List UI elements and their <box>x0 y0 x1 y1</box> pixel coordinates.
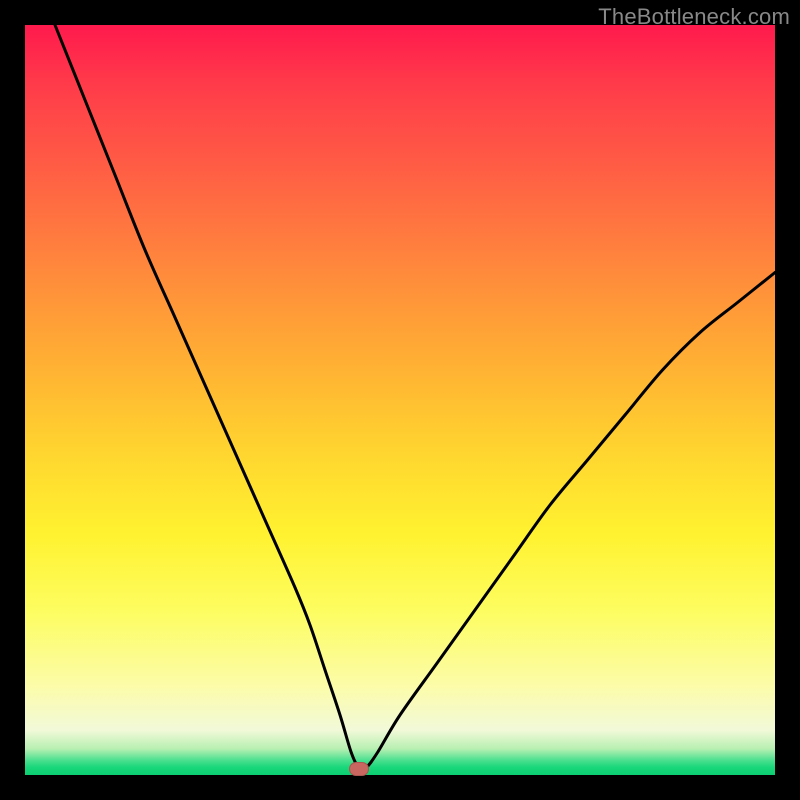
minimum-marker <box>349 762 369 776</box>
bottleneck-curve <box>25 25 775 775</box>
chart-frame: TheBottleneck.com <box>0 0 800 800</box>
plot-area <box>25 25 775 775</box>
